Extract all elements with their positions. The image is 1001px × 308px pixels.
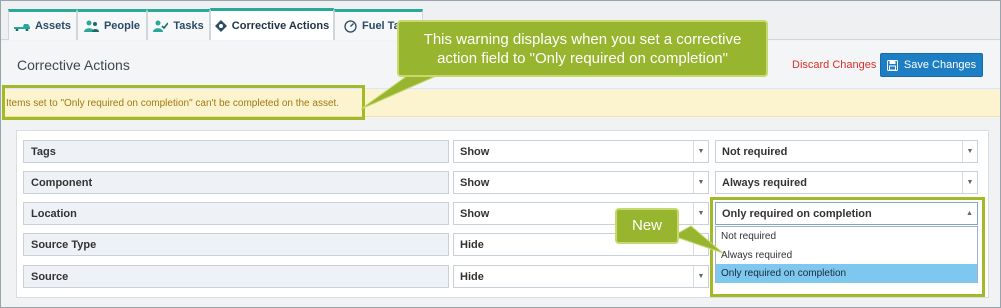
people-icon (83, 20, 99, 32)
visibility-select-tags[interactable]: Show ▼ (453, 140, 709, 163)
save-changes-button[interactable]: Save Changes (880, 53, 983, 77)
chevron-down-icon: ▼ (693, 141, 708, 162)
requirement-select-component[interactable]: Always required ▼ (715, 171, 978, 194)
tasks-icon (153, 20, 169, 32)
chevron-down-icon: ▼ (693, 234, 708, 255)
gauge-icon (344, 19, 357, 33)
chevron-down-icon: ▼ (962, 172, 977, 193)
field-label-tags: Tags (23, 140, 449, 163)
select-value: Show (460, 146, 490, 158)
discard-changes-button[interactable]: Discard Changes (792, 59, 876, 71)
warning-callout-line2: action field to "Only required on comple… (437, 50, 728, 67)
truck-icon (13, 24, 30, 31)
chevron-down-icon: ▼ (962, 141, 977, 162)
warning-highlight-box (2, 85, 365, 120)
select-value: Hide (460, 271, 484, 283)
tab-label: Assets (34, 20, 72, 32)
select-value: Hide (460, 239, 484, 251)
select-value: Always required (722, 177, 807, 189)
chevron-down-icon: ▼ (693, 203, 708, 224)
new-callout: New (615, 208, 679, 244)
tab-label: Tasks (173, 20, 204, 32)
wrench-icon (214, 19, 227, 32)
tab-label: Corrective Actions (231, 19, 330, 32)
tab-tasks[interactable]: Tasks (147, 9, 210, 40)
visibility-select-component[interactable]: Show ▼ (453, 171, 709, 194)
chevron-down-icon: ▼ (693, 172, 708, 193)
tab-assets[interactable]: Assets (8, 9, 77, 40)
floppy-disk-icon (886, 59, 898, 71)
field-label-location: Location (23, 202, 449, 225)
chevron-down-icon: ▼ (693, 266, 708, 287)
new-callout-label: New (631, 217, 662, 234)
select-value: Show (460, 177, 490, 189)
tab-label: People (103, 20, 141, 32)
page-title: Corrective Actions (17, 57, 130, 73)
save-changes-label: Save Changes (903, 59, 977, 71)
visibility-select-source[interactable]: Hide ▼ (453, 265, 709, 288)
warning-callout-line1: This warning displays when you set a cor… (423, 31, 742, 48)
dropdown-highlight-box (710, 197, 985, 297)
tab-corrective-actions[interactable]: Corrective Actions (210, 8, 334, 40)
warning-callout: This warning displays when you set a cor… (397, 20, 768, 77)
field-label-component: Component (23, 171, 449, 194)
requirement-select-tags[interactable]: Not required ▼ (715, 140, 978, 163)
app-frame: Assets People Tasks Corrective Actions F… (0, 0, 1001, 308)
select-value: Show (460, 208, 490, 220)
select-value: Not required (722, 146, 788, 158)
tab-people[interactable]: People (77, 9, 147, 40)
field-label-source: Source (23, 265, 449, 288)
field-label-source-type: Source Type (23, 233, 449, 256)
